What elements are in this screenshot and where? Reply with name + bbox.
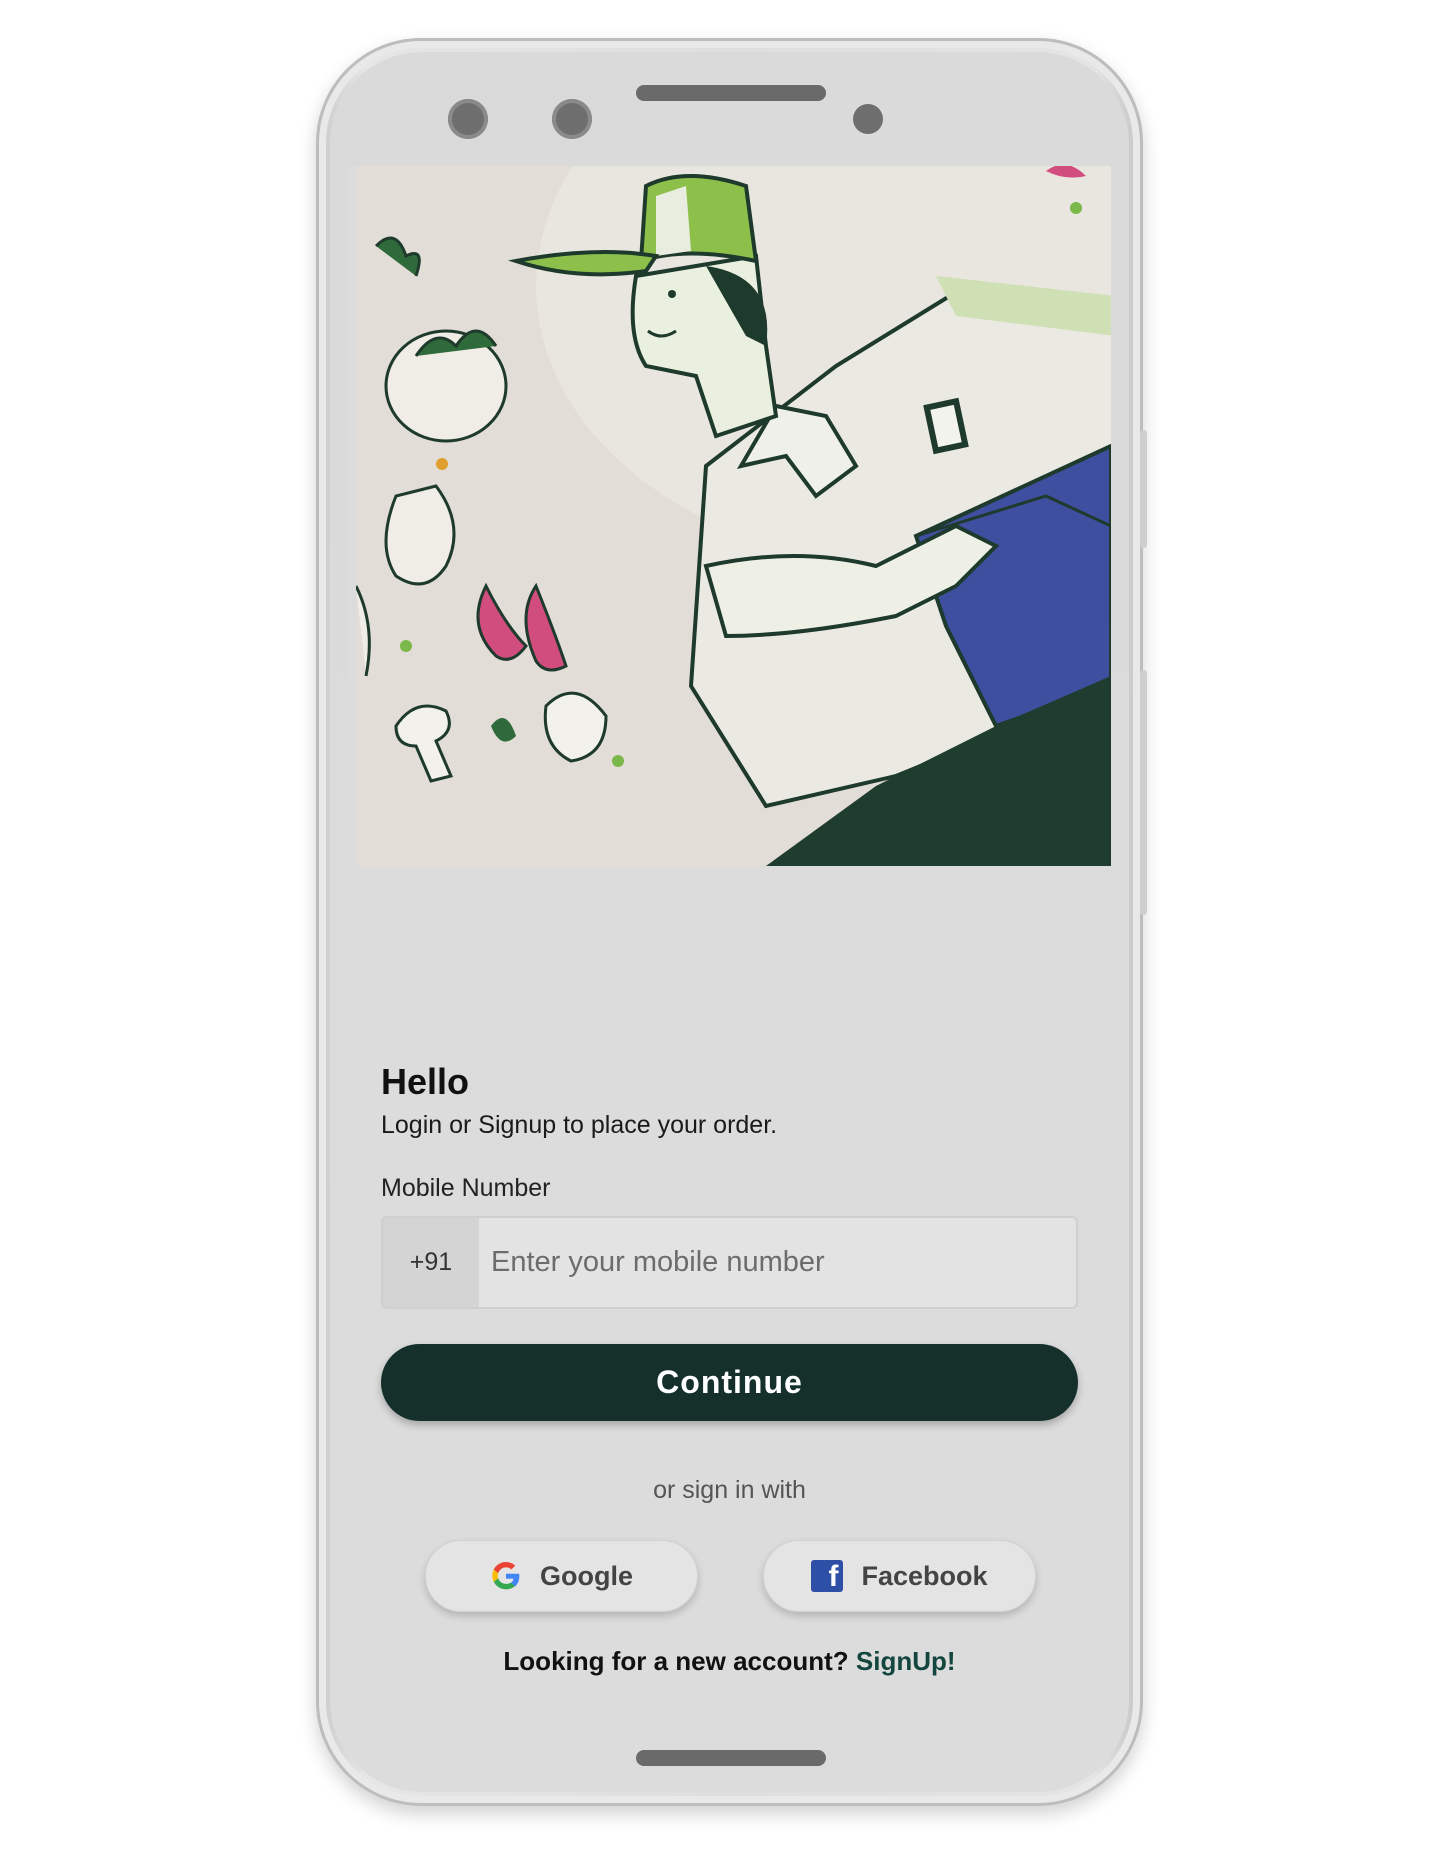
- mobile-number-field: +91: [381, 1216, 1078, 1309]
- signup-prompt: Looking for a new account?: [503, 1646, 849, 1676]
- facebook-label: Facebook: [861, 1560, 988, 1591]
- alt-signin-text: or sign in with: [653, 1476, 806, 1504]
- hero-illustration: [356, 166, 1111, 866]
- country-code: +91: [383, 1218, 479, 1307]
- facebook-icon: f: [811, 1560, 844, 1592]
- google-label: Google: [540, 1560, 633, 1591]
- front-camera-icon: [448, 99, 488, 139]
- signup-link[interactable]: SignUp!: [856, 1646, 956, 1676]
- earpiece-speaker: [636, 85, 826, 101]
- mobile-number-label: Mobile Number: [381, 1174, 551, 1202]
- google-signin-button[interactable]: Google: [425, 1540, 698, 1612]
- app-screen: Hello Login or Signup to place your orde…: [348, 166, 1111, 1692]
- signup-prompt-line: Looking for a new account? SignUp!: [348, 1646, 1111, 1677]
- front-sensor-icon: [552, 99, 592, 139]
- google-icon: [492, 1562, 520, 1590]
- mobile-number-input[interactable]: [479, 1218, 1076, 1307]
- phone-side-button-top: [1140, 430, 1147, 548]
- continue-button[interactable]: Continue: [381, 1344, 1078, 1421]
- facebook-signin-button[interactable]: f Facebook: [763, 1540, 1036, 1612]
- greeting-title: Hello: [381, 1061, 470, 1102]
- phone-side-button-bottom: [1140, 670, 1147, 915]
- proximity-sensor-icon: [853, 104, 883, 134]
- home-indicator-bar: [636, 1750, 826, 1766]
- delivery-illustration-icon: [356, 166, 1111, 866]
- login-subtitle: Login or Signup to place your order.: [381, 1111, 778, 1139]
